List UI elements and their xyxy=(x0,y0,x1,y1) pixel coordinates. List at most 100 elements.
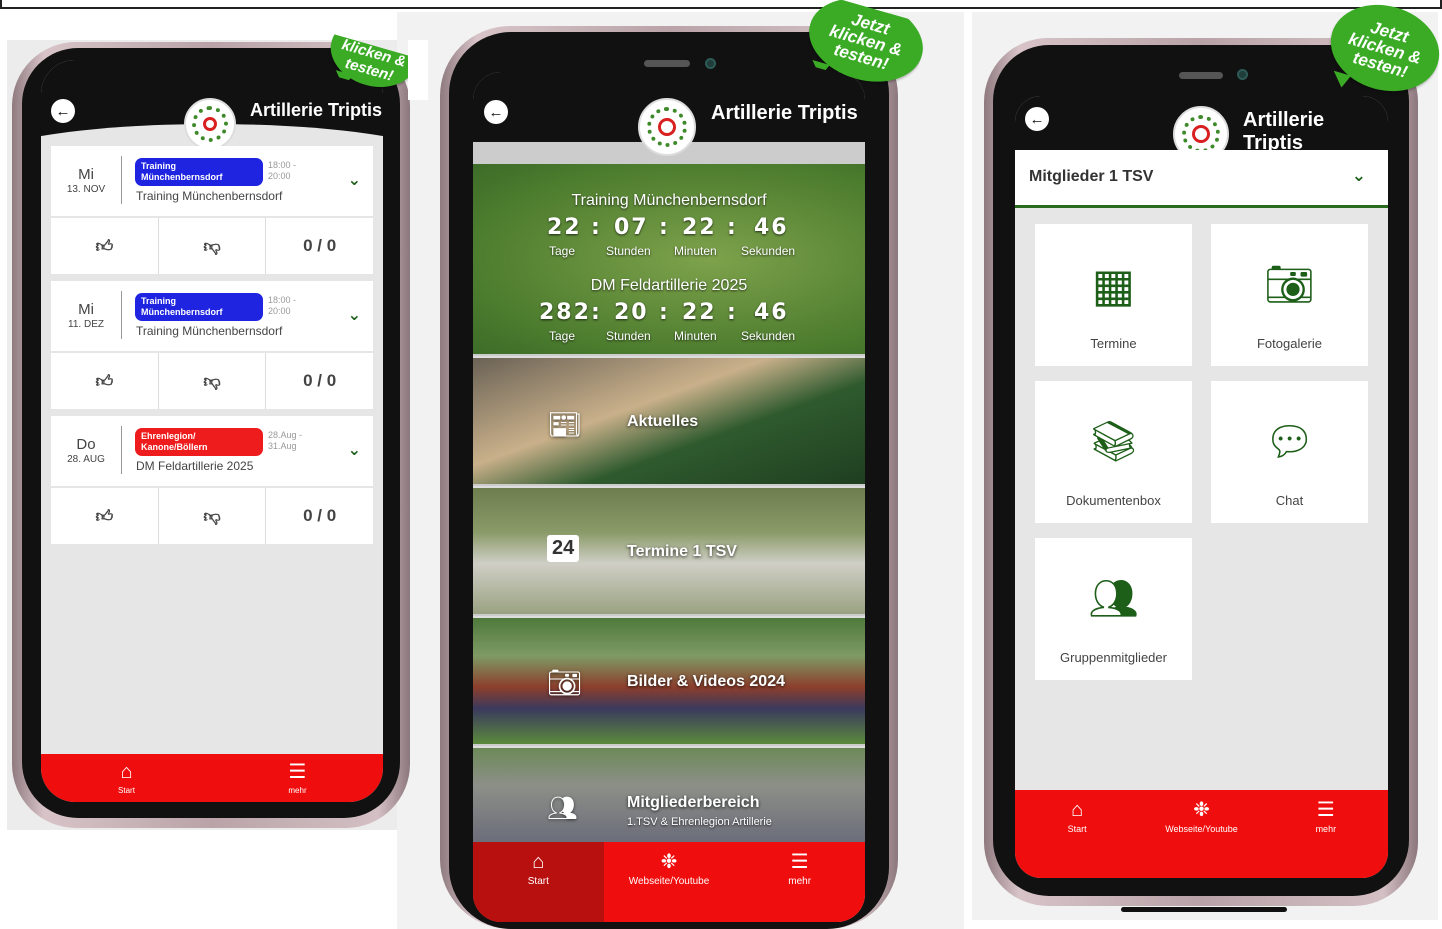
back-button[interactable]: ← xyxy=(51,99,75,123)
app-title: Artillerie Triptis xyxy=(250,100,383,120)
thumbs-up-icon[interactable]: 👍︎ xyxy=(51,488,159,544)
thumbs-down-icon[interactable]: 👎︎ xyxy=(159,488,267,544)
thumbs-down-icon[interactable]: 👎︎ xyxy=(159,218,267,274)
attendance-count: 0 / 0 xyxy=(303,236,337,255)
bottom-tab-bar: ⌂ Start ❉ Webseite/Youtube ☰ mehr xyxy=(473,842,865,922)
club-logo xyxy=(638,98,696,156)
event-name: Training Münchenbernsdorf xyxy=(136,189,283,203)
group-select-value: Mitglieder 1 TSV xyxy=(1029,168,1154,185)
event-time: 18:00 - 20:00 xyxy=(268,160,297,181)
tile-subtitle: 1.TSV & Ehrenlegion Artillerie xyxy=(627,816,772,828)
tile-termine[interactable]: ▦ Termine xyxy=(1035,224,1192,366)
event-category-pill: Training Münchenbernsdorf xyxy=(135,158,263,186)
group-icon: 👥︎ xyxy=(547,795,578,822)
home-icon: ⌂ xyxy=(532,851,545,873)
countdown-minutes: 22 xyxy=(682,300,717,325)
event-name: Training Münchenbernsdorf xyxy=(136,324,283,338)
home-icon: ⌂ xyxy=(1071,799,1084,821)
countdown-title: Training Münchenbernsdorf xyxy=(571,192,767,209)
tile-termine[interactable]: 24 Termine 1 TSV xyxy=(473,486,865,614)
tile-bilder-videos[interactable]: 📷︎ Bilder & Videos 2024 xyxy=(473,616,865,744)
phone-frame-members: ← Artillerie Triptis Mitglieder 1 TSV ⌄ … xyxy=(984,38,1418,906)
home-icon: ⌂ xyxy=(120,760,133,783)
divider xyxy=(121,426,122,474)
countdown-days: 22 xyxy=(547,215,582,240)
attendance-count: 0 / 0 xyxy=(303,371,337,390)
event-actions: 👍︎ 👎︎ 0 / 0 xyxy=(51,488,373,544)
binders-icon: 📚︎ xyxy=(1088,420,1139,464)
tile-chat[interactable]: 💬︎ Chat xyxy=(1211,381,1368,523)
calendar-icon: 24 xyxy=(547,535,580,562)
event-actions: 👍︎ 👎︎ 0 / 0 xyxy=(51,218,373,274)
countdown-panel: Training Münchenbernsdorf 22 : 07 : 22 :… xyxy=(473,164,865,354)
camera-icon: 📷︎ xyxy=(547,667,583,698)
app-title: Artillerie Triptis xyxy=(711,102,858,124)
tile-dokumentenbox[interactable]: 📚︎ Dokumentenbox xyxy=(1035,381,1192,523)
event-date: Do 28. AUG xyxy=(67,436,105,465)
badge-crop xyxy=(408,40,428,100)
camera-icon: 📷︎ xyxy=(1264,263,1315,307)
menu-icon: ☰ xyxy=(790,851,809,873)
phone-screen-home: ← Artillerie Triptis Training Münchenber… xyxy=(473,72,865,922)
chevron-down-icon[interactable]: ⌄ xyxy=(348,305,361,325)
calendar-icon: ▦ xyxy=(1091,259,1136,311)
event-date: Mi 11. DEZ xyxy=(68,301,104,330)
club-logo xyxy=(184,98,236,150)
menu-icon: ☰ xyxy=(288,760,307,783)
attendance-count: 0 / 0 xyxy=(303,506,337,525)
countdown-minutes: 22 xyxy=(682,215,717,240)
chevron-down-icon[interactable]: ⌄ xyxy=(348,440,361,460)
web-icon: ❉ xyxy=(1193,799,1210,821)
countdown-hours: 07 xyxy=(614,215,649,240)
bottom-tab-bar: ⌂ Start ☰ mehr xyxy=(41,754,383,802)
tile-aktuelles[interactable]: 📰︎ Aktuelles xyxy=(473,356,865,484)
event-time: 18:00 - 20:00 xyxy=(268,295,297,316)
tab-mehr[interactable]: ☰ mehr xyxy=(212,754,383,802)
event-card[interactable]: Mi 11. DEZ Training Münchenbernsdorf 18:0… xyxy=(51,281,373,351)
group-select[interactable]: Mitglieder 1 TSV ⌄ xyxy=(1015,150,1388,208)
chevron-down-icon[interactable]: ⌄ xyxy=(348,170,361,190)
event-card[interactable]: Mi 13. NOV Training Münchenbernsdorf 18:0… xyxy=(51,146,373,216)
tab-mehr[interactable]: ☰ mehr xyxy=(1264,790,1388,834)
divider xyxy=(121,291,122,339)
tile-fotogalerie[interactable]: 📷︎ Fotogalerie xyxy=(1211,224,1368,366)
event-time: 28.Aug - 31.Aug xyxy=(268,430,303,451)
divider xyxy=(121,156,122,204)
tile-gruppenmitglieder[interactable]: 👥︎ Gruppenmitglieder xyxy=(1035,538,1192,680)
countdown-days: 282 xyxy=(539,300,591,325)
newspaper-icon: 📰︎ xyxy=(547,409,583,440)
phone-screen-members: ← Artillerie Triptis Mitglieder 1 TSV ⌄ … xyxy=(1015,96,1388,878)
event-actions: 👍︎ 👎︎ 0 / 0 xyxy=(51,353,373,409)
home-indicator xyxy=(1121,907,1287,912)
thumbs-down-icon[interactable]: 👎︎ xyxy=(159,353,267,409)
tab-start[interactable]: ⌂ Start xyxy=(1015,790,1139,834)
countdown-title: DM Feldartillerie 2025 xyxy=(590,277,748,294)
countdown-seconds: 46 xyxy=(754,300,789,325)
tile-mitgliederbereich[interactable]: 👥︎ Mitgliederbereich 1.TSV & Ehrenlegion… xyxy=(473,746,865,842)
event-category-pill: Training Münchenbernsdorf xyxy=(135,293,263,321)
tab-webseite[interactable]: ❉ Webseite/Youtube xyxy=(604,842,735,887)
phone-frame-home: ← Artillerie Triptis Training Münchenber… xyxy=(440,26,898,929)
countdown-hours: 20 xyxy=(614,300,649,325)
app-title: Artillerie Triptis xyxy=(1243,109,1325,154)
phone-screen-events: ← Artillerie Triptis Mi 13. NOV Training … xyxy=(41,60,383,802)
tab-mehr[interactable]: ☰ mehr xyxy=(734,842,865,887)
thumbs-up-icon[interactable]: 👍︎ xyxy=(51,218,159,274)
tab-start[interactable]: ⌂ Start xyxy=(41,754,212,802)
event-name: DM Feldartillerie 2025 xyxy=(136,459,254,473)
chat-icon: 💬︎ xyxy=(1264,420,1315,464)
tab-start[interactable]: ⌂ Start xyxy=(473,842,604,922)
event-card[interactable]: Do 28. AUG Ehrenlegion/ Kanone/Böllern 28… xyxy=(51,416,373,486)
web-icon: ❉ xyxy=(660,851,678,873)
event-date: Mi 13. NOV xyxy=(66,166,106,195)
bottom-tab-bar: ⌂ Start ❉ Webseite/Youtube ☰ mehr xyxy=(1015,790,1388,878)
top-border xyxy=(0,0,1442,9)
tab-webseite[interactable]: ❉ Webseite/Youtube xyxy=(1139,790,1263,834)
back-button[interactable]: ← xyxy=(484,100,508,124)
countdown-seconds: 46 xyxy=(754,215,789,240)
menu-icon: ☰ xyxy=(1316,799,1335,821)
event-category-pill: Ehrenlegion/ Kanone/Böllern xyxy=(135,428,263,456)
back-button[interactable]: ← xyxy=(1025,107,1049,131)
thumbs-up-icon[interactable]: 👍︎ xyxy=(51,353,159,409)
group-icon: 👥︎ xyxy=(1088,577,1139,621)
